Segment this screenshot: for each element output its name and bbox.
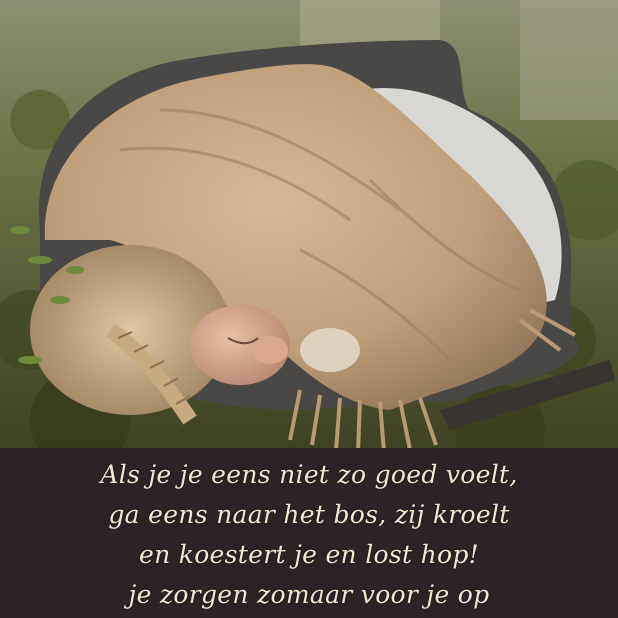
forest-photo — [0, 0, 618, 462]
caption-line-3: en koestert je en lost hop! — [139, 540, 479, 569]
caption-panel: Als je je eens niet zo goed voelt, ga ee… — [0, 448, 618, 618]
caption-line-4: je zorgen zomaar voor je op — [128, 580, 490, 609]
hand — [300, 328, 360, 372]
caption-line-1: Als je je eens niet zo goed voelt, — [100, 460, 518, 489]
caption-line-2: ga eens naar het bos, zij kroelt — [108, 500, 510, 529]
image-frame: Als je je eens niet zo goed voelt, ga ee… — [0, 0, 618, 618]
